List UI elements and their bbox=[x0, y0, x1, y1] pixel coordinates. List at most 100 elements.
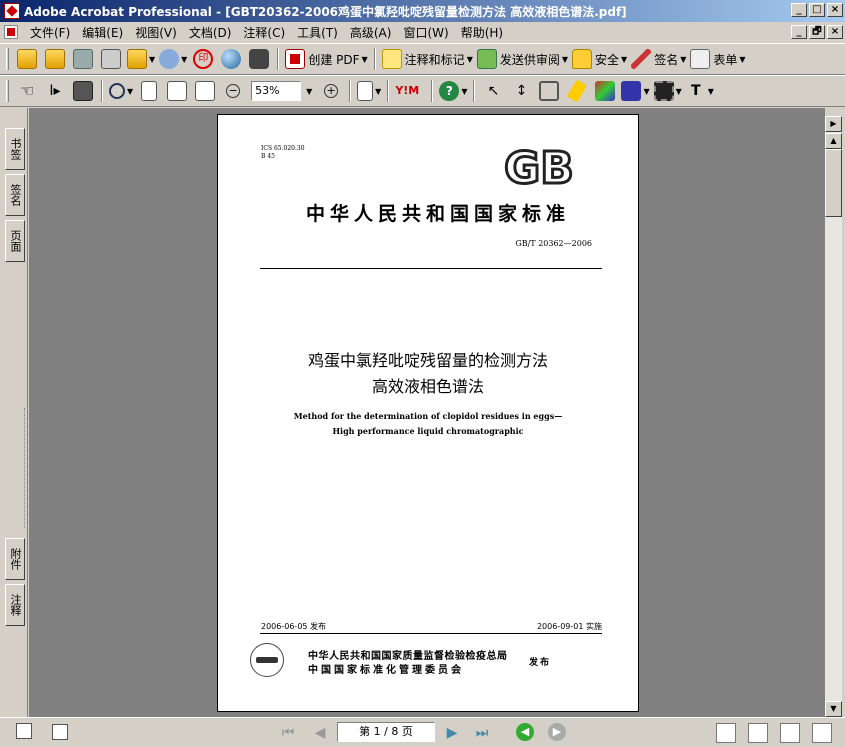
menu-view[interactable]: 视图(V) bbox=[129, 24, 183, 41]
view-toolbar: ☜ I▸ ▼ − 53% ▼ + ▼ Y!M ? ▼ ↖ ↕ ▼ ▼ T ▼ bbox=[0, 75, 845, 107]
attach-button[interactable]: ▼ bbox=[159, 47, 187, 71]
fit-width-button[interactable] bbox=[193, 79, 217, 103]
chevron-down-icon: ▼ bbox=[621, 54, 628, 64]
select-object-button[interactable]: ↖ bbox=[481, 79, 505, 103]
doc-close-button[interactable]: × bbox=[827, 25, 843, 39]
menu-window[interactable]: 窗口(W) bbox=[397, 24, 454, 41]
panel-splitter[interactable] bbox=[24, 408, 26, 528]
next-page-button[interactable]: ▶ bbox=[442, 723, 462, 743]
single-page-layout-button[interactable] bbox=[716, 723, 736, 743]
continuous-facing-layout-button[interactable] bbox=[812, 723, 832, 743]
title-en-line2: High performance liquid chromatographic bbox=[332, 426, 524, 436]
sign-button[interactable]: 签名 ▼ bbox=[631, 47, 686, 71]
menu-edit[interactable]: 编辑(E) bbox=[76, 24, 129, 41]
implementation-date: 2006-09-01 实施 bbox=[536, 622, 602, 631]
page-size-icon[interactable] bbox=[52, 724, 68, 740]
print-button[interactable] bbox=[99, 47, 123, 71]
open-folder-icon bbox=[17, 49, 37, 69]
tab-pages[interactable]: 页面 bbox=[5, 220, 25, 262]
tab-bookmarks[interactable]: 书签 bbox=[5, 128, 25, 170]
crop-button[interactable] bbox=[537, 79, 561, 103]
document-icon[interactable] bbox=[4, 25, 18, 39]
task-button[interactable]: ▼ bbox=[127, 47, 155, 71]
save-button[interactable] bbox=[71, 47, 95, 71]
zoom-tool-button[interactable]: ▼ bbox=[109, 79, 133, 103]
shape-tool-button[interactable]: ▼ bbox=[621, 79, 650, 103]
page-number-field[interactable]: 第 1 / 8 页 bbox=[337, 722, 435, 742]
search-button[interactable] bbox=[247, 47, 271, 71]
toolbar-grip[interactable] bbox=[6, 80, 9, 102]
scroll-thumb[interactable] bbox=[825, 149, 842, 217]
first-page-button[interactable]: ⏮ bbox=[278, 723, 298, 743]
doc-minimize-button[interactable]: _ bbox=[791, 25, 807, 39]
zoom-out-button[interactable]: − bbox=[221, 79, 245, 103]
tab-comments[interactable]: 注释 bbox=[5, 584, 25, 626]
title-cn-line2: 高效液相色谱法 bbox=[371, 377, 484, 396]
scroll-down-button[interactable]: ▼ bbox=[825, 701, 842, 717]
hand-tool-button[interactable]: ☜ bbox=[15, 79, 39, 103]
toolbar-separator bbox=[431, 80, 434, 102]
go-back-button[interactable]: ◀ bbox=[516, 723, 534, 741]
tab-signatures[interactable]: 签名 bbox=[5, 174, 25, 216]
film-icon bbox=[653, 81, 674, 101]
document-window-controls: _ 🗗 × bbox=[789, 25, 843, 39]
menu-help[interactable]: 帮助(H) bbox=[455, 24, 509, 41]
fit-page-button[interactable] bbox=[165, 79, 189, 103]
text-field-button[interactable]: T ▼ bbox=[686, 79, 714, 103]
facing-layout-button[interactable] bbox=[780, 723, 800, 743]
doc-restore-button[interactable]: 🗗 bbox=[809, 25, 825, 39]
email-button[interactable] bbox=[219, 47, 243, 71]
previous-page-button[interactable]: ◀ bbox=[310, 723, 330, 743]
open-button[interactable] bbox=[15, 47, 39, 71]
menu-advanced[interactable]: 高级(A) bbox=[344, 24, 398, 41]
nav-expand-button[interactable]: ▶ bbox=[825, 116, 842, 132]
chevron-down-icon: ▼ bbox=[680, 54, 687, 64]
3d-object-icon bbox=[595, 81, 616, 101]
send-review-label: 发送供审阅 bbox=[499, 52, 560, 67]
menu-tools[interactable]: 工具(T) bbox=[291, 24, 344, 41]
zoom-input[interactable]: 53% bbox=[251, 81, 302, 101]
movie-tool-button[interactable]: ▼ bbox=[653, 79, 682, 103]
yahoo-messenger-button[interactable]: Y!M bbox=[395, 79, 425, 103]
touchup-text-button[interactable]: ↕ bbox=[509, 79, 533, 103]
3d-tool-button[interactable] bbox=[593, 79, 617, 103]
select-text-button[interactable]: I▸ bbox=[43, 79, 67, 103]
stamp-button[interactable]: 印 bbox=[191, 47, 215, 71]
forms-button[interactable]: 表单 ▼ bbox=[690, 47, 746, 71]
continuous-layout-button[interactable] bbox=[748, 723, 768, 743]
chevron-down-icon: ▼ bbox=[739, 54, 746, 64]
menu-document[interactable]: 文档(D) bbox=[183, 24, 238, 41]
minimize-button[interactable]: _ bbox=[791, 3, 807, 17]
actual-size-button[interactable] bbox=[137, 79, 161, 103]
text-field-icon: T bbox=[691, 83, 701, 99]
comment-markup-button[interactable]: 注释和标记 ▼ bbox=[381, 47, 473, 71]
zoom-in-button[interactable]: + bbox=[319, 79, 343, 103]
vertical-scrollbar[interactable]: ▶ ▲ ▼ bbox=[825, 116, 842, 717]
gb-logo: GB bbox=[503, 143, 576, 189]
scroll-up-button[interactable]: ▲ bbox=[825, 133, 842, 149]
security-button[interactable]: 安全 ▼ bbox=[572, 47, 627, 71]
last-page-button[interactable]: ⏭ bbox=[472, 723, 492, 743]
help-button[interactable]: ? ▼ bbox=[439, 79, 467, 103]
maximize-button[interactable]: □ bbox=[809, 3, 825, 17]
toolbar-grip[interactable] bbox=[6, 48, 9, 70]
toolbar-separator bbox=[373, 48, 376, 70]
close-button[interactable]: × bbox=[827, 3, 843, 17]
acrobat-app-icon[interactable] bbox=[4, 3, 20, 19]
panel-toggle-icon[interactable] bbox=[16, 723, 32, 739]
menu-file[interactable]: 文件(F) bbox=[24, 24, 76, 41]
rotate-view-button[interactable]: ▼ bbox=[357, 79, 381, 103]
go-forward-button[interactable]: ▶ bbox=[548, 723, 566, 741]
touchup-text-icon: ↕ bbox=[515, 83, 528, 99]
create-pdf-button[interactable]: 创建 PDF ▼ bbox=[285, 47, 368, 71]
menu-comments[interactable]: 注释(C) bbox=[237, 24, 291, 41]
organizer-button[interactable] bbox=[43, 47, 67, 71]
security-label: 安全 bbox=[595, 52, 620, 67]
link-tool-button[interactable] bbox=[565, 79, 589, 103]
document-viewport[interactable]: ICS 65.020.30 B 45 GB 中华人民共和国国家标准 GB/T 2… bbox=[29, 108, 825, 717]
send-review-button[interactable]: 发送供审阅 ▼ bbox=[476, 47, 568, 71]
rotate-page-icon bbox=[357, 81, 374, 101]
snapshot-button[interactable] bbox=[71, 79, 95, 103]
zoom-dropdown[interactable]: ▼ bbox=[301, 81, 317, 101]
tab-attachments[interactable]: 附件 bbox=[5, 538, 25, 580]
